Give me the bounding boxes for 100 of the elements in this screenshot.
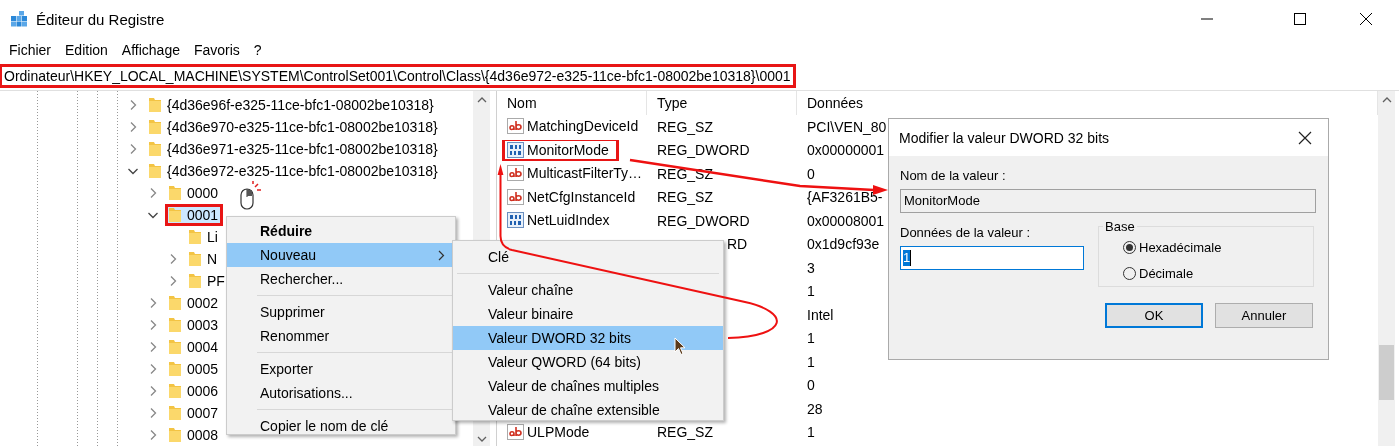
value-name[interactable]: NetLuidIndex [504, 210, 618, 231]
table-cell-text: RD [726, 236, 748, 253]
value-name[interactable]: NetCfgInstanceId [504, 186, 644, 207]
table-cell: 28 [807, 400, 823, 417]
menu-item[interactable]: ? [246, 42, 269, 58]
close-icon [1298, 130, 1312, 145]
table-cell: Intel [807, 306, 834, 323]
value-name[interactable]: MonitorMode [504, 139, 617, 160]
column-header[interactable]: Nom [497, 91, 647, 115]
table-cell: REG_SZ [657, 118, 713, 135]
table-cell: REG_DWORD [657, 142, 750, 159]
dialog-button[interactable]: OK [1105, 303, 1203, 328]
table-cell: 1 [807, 424, 815, 441]
table-cell: PCI\VEN_80 [807, 118, 887, 135]
menu-item[interactable]: Supprimer [227, 300, 455, 324]
menu-item[interactable]: Edition [58, 42, 115, 58]
folder-icon [168, 405, 182, 421]
folder-icon [168, 427, 182, 443]
table-cell: 1 [807, 330, 815, 347]
field-label: Nom de la valeur : [900, 168, 1007, 183]
folder-icon [188, 251, 202, 267]
table-cell: 0 [807, 165, 815, 182]
table-cell: {AF3261B5- [807, 189, 883, 206]
menu-item[interactable]: Nouveau [227, 243, 455, 267]
tree-item[interactable]: {4d36e970-e325-11ce-bfc1-08002be10318} [147, 118, 441, 136]
menu-item[interactable]: Valeur chaîne [453, 278, 723, 302]
folder-icon [148, 119, 162, 135]
column-header[interactable]: Type [647, 91, 797, 115]
folder-icon [168, 185, 182, 201]
folder-icon [168, 317, 182, 333]
tree-item[interactable]: {4d36e972-e325-11ce-bfc1-08002be10318} [147, 162, 441, 180]
menu-item[interactable]: Valeur de chaînes multiples [453, 374, 723, 398]
menu-item[interactable]: Exporter [227, 357, 455, 381]
table-cell: 1 [807, 353, 815, 370]
table-cell: 0x1d9cf93e [807, 236, 880, 253]
value-name[interactable]: MulticastFilterTy… [504, 163, 647, 184]
binary-value-icon [507, 212, 524, 229]
table-cell: 0x00000001 [807, 142, 885, 159]
scroll-up-icon[interactable] [1381, 96, 1392, 104]
mouse-click-icon [238, 181, 264, 211]
menu-item[interactable]: Copier le nom de clé [227, 414, 455, 438]
menu-item[interactable]: Affichage [114, 42, 187, 58]
scrollbar-thumb[interactable] [1379, 345, 1394, 400]
folder-icon [168, 361, 182, 377]
dialog-title: Modifier la valeur DWORD 32 bits [899, 129, 1110, 146]
pointer-cursor-icon [674, 337, 686, 356]
tree-item[interactable]: {4d36e971-e325-11ce-bfc1-08002be10318} [147, 140, 441, 158]
folder-icon [168, 295, 182, 311]
tree-item[interactable]: 0001 [167, 206, 222, 224]
window-title: Éditeur du Registre [36, 10, 165, 28]
maximize-icon [1294, 13, 1306, 25]
folder-icon [148, 163, 162, 179]
group-title: Base [1104, 219, 1136, 234]
string-value-icon [507, 118, 524, 135]
minimize-icon [1201, 18, 1213, 20]
table-cell: 0 [807, 377, 815, 394]
input-field[interactable]: 1 [900, 246, 1084, 270]
radio-label[interactable]: Hexadécimale [1139, 239, 1222, 255]
address-path: Ordinateur\HKEY_LOCAL_MACHINE\SYSTEM\ControlSet001\Control\Class\{4d36e972-e325-11ce-bfc1-08002be10318}\0001 [1, 66, 794, 86]
folder-icon [148, 97, 162, 113]
folder-icon [168, 339, 182, 355]
table-cell: REG_DWORD [657, 212, 750, 229]
table-cell: REG_SZ [657, 189, 713, 206]
menu-item[interactable]: Renommer [227, 324, 455, 348]
table-cell: 3 [807, 259, 815, 276]
scroll-down-icon[interactable] [476, 435, 487, 443]
scroll-up-icon[interactable] [476, 96, 487, 104]
table-cell: REG_SZ [657, 165, 713, 182]
table-cell: 0x00008001 [807, 212, 885, 229]
app-icon [10, 10, 28, 28]
menu-item[interactable]: Valeur QWORD (64 bits) [453, 350, 723, 374]
folder-icon [188, 229, 202, 245]
folder-icon [168, 207, 182, 223]
menu-item[interactable]: Clé [453, 245, 723, 269]
folder-icon [168, 383, 182, 399]
radio-label[interactable]: Décimale [1139, 265, 1194, 281]
binary-value-icon [507, 141, 524, 158]
string-value-icon [507, 165, 524, 182]
tree-item[interactable]: {4d36e96f-e325-11ce-bfc1-08002be10318} [147, 96, 437, 114]
address-bar[interactable]: Ordinateur\HKEY_LOCAL_MACHINE\SYSTEM\ControlSet001\Control\Class\{4d36e972-e325-11ce-bfc1-08002be10318}\0001 [0, 62, 1399, 91]
menu-item[interactable]: Fichier [2, 42, 58, 58]
dialog-button[interactable]: Annuler [1215, 303, 1313, 328]
table-cell: REG_SZ [657, 424, 713, 441]
value-name[interactable]: MatchingDeviceId [504, 116, 647, 137]
field-label: Données de la valeur : [900, 225, 1032, 240]
menu-item[interactable]: Valeur de chaîne extensible [453, 398, 723, 422]
value-name-field[interactable]: MonitorMode [900, 189, 1316, 213]
string-value-icon [507, 423, 524, 440]
menu-item[interactable]: Rechercher... [227, 267, 455, 291]
menu-item[interactable]: Valeur binaire [453, 302, 723, 326]
string-value-icon [507, 188, 524, 205]
close-icon [1360, 13, 1372, 25]
folder-icon [148, 141, 162, 157]
menu-item[interactable]: Valeur DWORD 32 bits [453, 326, 723, 350]
menu-item[interactable]: Autorisations... [227, 381, 455, 405]
scrollbar[interactable] [1378, 91, 1395, 446]
menu-item[interactable]: Favoris [186, 42, 247, 58]
value-name[interactable]: ULPMode [504, 421, 598, 442]
tree-item[interactable]: PF [187, 272, 228, 290]
menu-item[interactable]: Réduire [227, 219, 455, 243]
